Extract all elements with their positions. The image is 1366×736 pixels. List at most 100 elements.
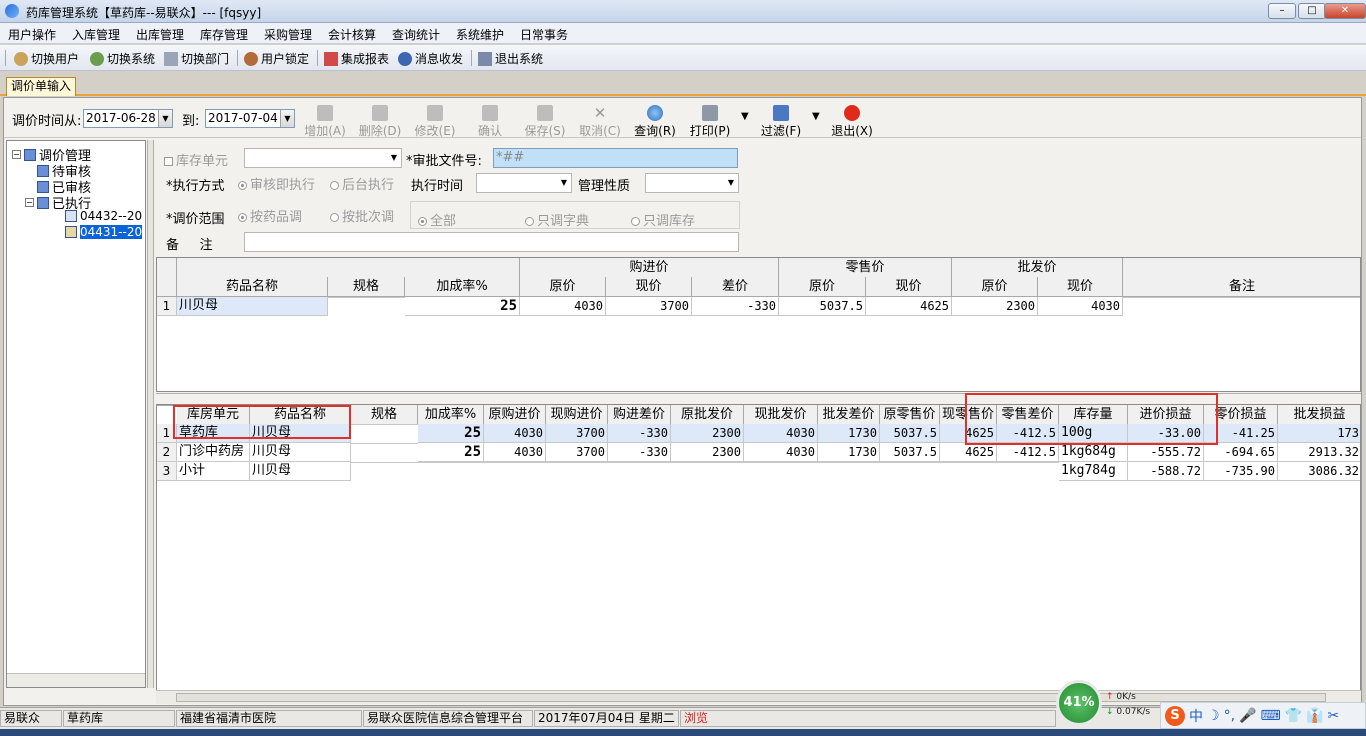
menu-system-maint[interactable]: 系统维护: [456, 26, 504, 43]
col-header[interactable]: 现购进价: [546, 405, 608, 425]
table-cell[interactable]: 4030: [744, 424, 818, 443]
tree-leaf-04432[interactable]: 04432--20: [65, 209, 142, 223]
col-header[interactable]: 备注: [1123, 277, 1360, 297]
table-cell[interactable]: [940, 462, 997, 463]
col-header[interactable]: 现价: [1038, 277, 1123, 297]
cell-spec[interactable]: [328, 297, 405, 298]
table-cell[interactable]: [484, 462, 546, 463]
col-header[interactable]: 购进差价: [608, 405, 671, 425]
col-header[interactable]: 现批发价: [744, 405, 818, 425]
table-cell[interactable]: [351, 424, 418, 425]
cancel-button[interactable]: ✕ 取消(C): [575, 103, 625, 138]
table-cell[interactable]: 草药库: [177, 424, 250, 443]
filter-button[interactable]: 过滤(F): [756, 103, 806, 138]
table-cell[interactable]: 4030: [744, 443, 818, 462]
col-header[interactable]: 药品名称: [250, 405, 351, 425]
table-cell[interactable]: [818, 462, 880, 463]
menu-query-stats[interactable]: 查询统计: [392, 26, 440, 43]
col-header[interactable]: 原批发价: [671, 405, 744, 425]
table-cell[interactable]: 1kg684g: [1059, 443, 1128, 462]
to-date-picker[interactable]: 2017-07-04 ▼: [205, 109, 295, 128]
col-header[interactable]: 原购进价: [484, 405, 546, 425]
exec-background-radio[interactable]: 后台执行: [330, 174, 394, 193]
cell-value[interactable]: 4030: [520, 297, 606, 316]
grid-splitter[interactable]: [156, 393, 1361, 403]
print-dropdown-icon[interactable]: ▼: [741, 111, 749, 122]
menu-daily[interactable]: 日常事务: [520, 26, 568, 43]
scissors-icon[interactable]: ✂: [1328, 708, 1340, 724]
col-header[interactable]: 零售差价: [997, 405, 1059, 425]
remark-input[interactable]: [244, 232, 739, 252]
collapse-icon[interactable]: −: [12, 150, 21, 159]
col-header[interactable]: 库房单元: [177, 405, 250, 425]
table-cell[interactable]: 5037.5: [880, 424, 940, 443]
storage-unit-select[interactable]: ▼: [244, 148, 402, 168]
tree-leaf-04431[interactable]: 04431--20: [65, 225, 143, 239]
table-cell[interactable]: -330: [608, 424, 671, 443]
table-cell[interactable]: 25: [418, 443, 484, 462]
chevron-down-icon[interactable]: ▼: [158, 110, 172, 127]
mgmt-nature-select[interactable]: ▼: [645, 173, 739, 193]
moon-icon[interactable]: ☽: [1207, 708, 1220, 724]
menu-inventory[interactable]: 库存管理: [200, 26, 248, 43]
cell-value[interactable]: 4625: [866, 297, 952, 316]
cell-remark[interactable]: [1123, 297, 1360, 298]
switch-user-button[interactable]: 切换用户: [14, 50, 79, 67]
col-header[interactable]: 规格: [351, 405, 418, 425]
table-cell[interactable]: 4030: [484, 443, 546, 462]
cell-value[interactable]: 2300: [952, 297, 1038, 316]
col-header[interactable]: 药品名称: [177, 277, 328, 297]
table-cell[interactable]: 3700: [546, 424, 608, 443]
cell-drug-name[interactable]: 川贝母: [177, 297, 328, 316]
menu-stock-in[interactable]: 入库管理: [72, 26, 120, 43]
menu-accounting[interactable]: 会计核算: [328, 26, 376, 43]
col-header[interactable]: 加成率%: [405, 277, 520, 297]
close-button[interactable]: ✕: [1324, 3, 1366, 19]
add-button[interactable]: 增加(A): [300, 103, 350, 138]
messages-button[interactable]: 消息收发: [398, 50, 463, 67]
table-cell[interactable]: 川贝母: [250, 424, 351, 443]
col-header[interactable]: 进价损益: [1128, 405, 1204, 425]
switch-system-button[interactable]: 切换系统: [90, 50, 155, 67]
table-cell[interactable]: 1730: [818, 443, 880, 462]
col-header[interactable]: 加成率%: [418, 405, 484, 425]
col-header[interactable]: 现零售价: [940, 405, 997, 425]
col-header[interactable]: 批发差价: [818, 405, 880, 425]
menu-user-ops[interactable]: 用户操作: [8, 26, 56, 43]
microphone-icon[interactable]: 🎤: [1239, 708, 1256, 724]
col-header[interactable]: 规格: [328, 277, 405, 297]
cell-value[interactable]: 3700: [606, 297, 692, 316]
table-cell[interactable]: -735.90: [1204, 462, 1278, 481]
table-cell[interactable]: [671, 462, 744, 463]
exit-button[interactable]: 退出(X): [827, 103, 877, 138]
save-button[interactable]: 保存(S): [520, 103, 570, 138]
table-cell[interactable]: 2300: [671, 443, 744, 462]
table-cell[interactable]: 4625: [940, 424, 997, 443]
keyboard-icon[interactable]: ⌨: [1260, 708, 1280, 724]
table-cell[interactable]: 3086.32: [1278, 462, 1360, 481]
table-cell[interactable]: -412.5: [997, 443, 1059, 462]
table-cell[interactable]: [744, 462, 818, 463]
table-cell[interactable]: -41.25: [1204, 424, 1278, 443]
col-header[interactable]: 批发损益: [1278, 405, 1360, 425]
table-cell[interactable]: 4030: [484, 424, 546, 443]
table-cell[interactable]: 川贝母: [250, 443, 351, 462]
confirm-button[interactable]: 确认: [465, 103, 515, 138]
col-header[interactable]: 原价: [952, 277, 1038, 297]
table-cell[interactable]: -330: [608, 443, 671, 462]
table-cell[interactable]: 25: [418, 424, 484, 443]
filter-dropdown-icon[interactable]: ▼: [812, 111, 820, 122]
tab-price-adjust-input[interactable]: 调价单输入: [6, 77, 76, 96]
table-cell[interactable]: 4625: [940, 443, 997, 462]
scope-by-batch-radio[interactable]: 按批次调: [330, 206, 394, 225]
switch-dept-button[interactable]: 切换部门: [164, 50, 229, 67]
col-header[interactable]: 零价损益: [1204, 405, 1278, 425]
range-all-radio[interactable]: 全部: [418, 210, 456, 229]
range-dict-radio[interactable]: 只调字典: [525, 210, 589, 229]
table-cell[interactable]: 川贝母: [250, 462, 351, 481]
table-cell[interactable]: 3700: [546, 443, 608, 462]
col-header[interactable]: 库存量: [1059, 405, 1128, 425]
edit-button[interactable]: 修改(E): [410, 103, 460, 138]
cell-value[interactable]: 5037.5: [779, 297, 866, 316]
approval-number-input[interactable]: *##: [493, 148, 738, 168]
